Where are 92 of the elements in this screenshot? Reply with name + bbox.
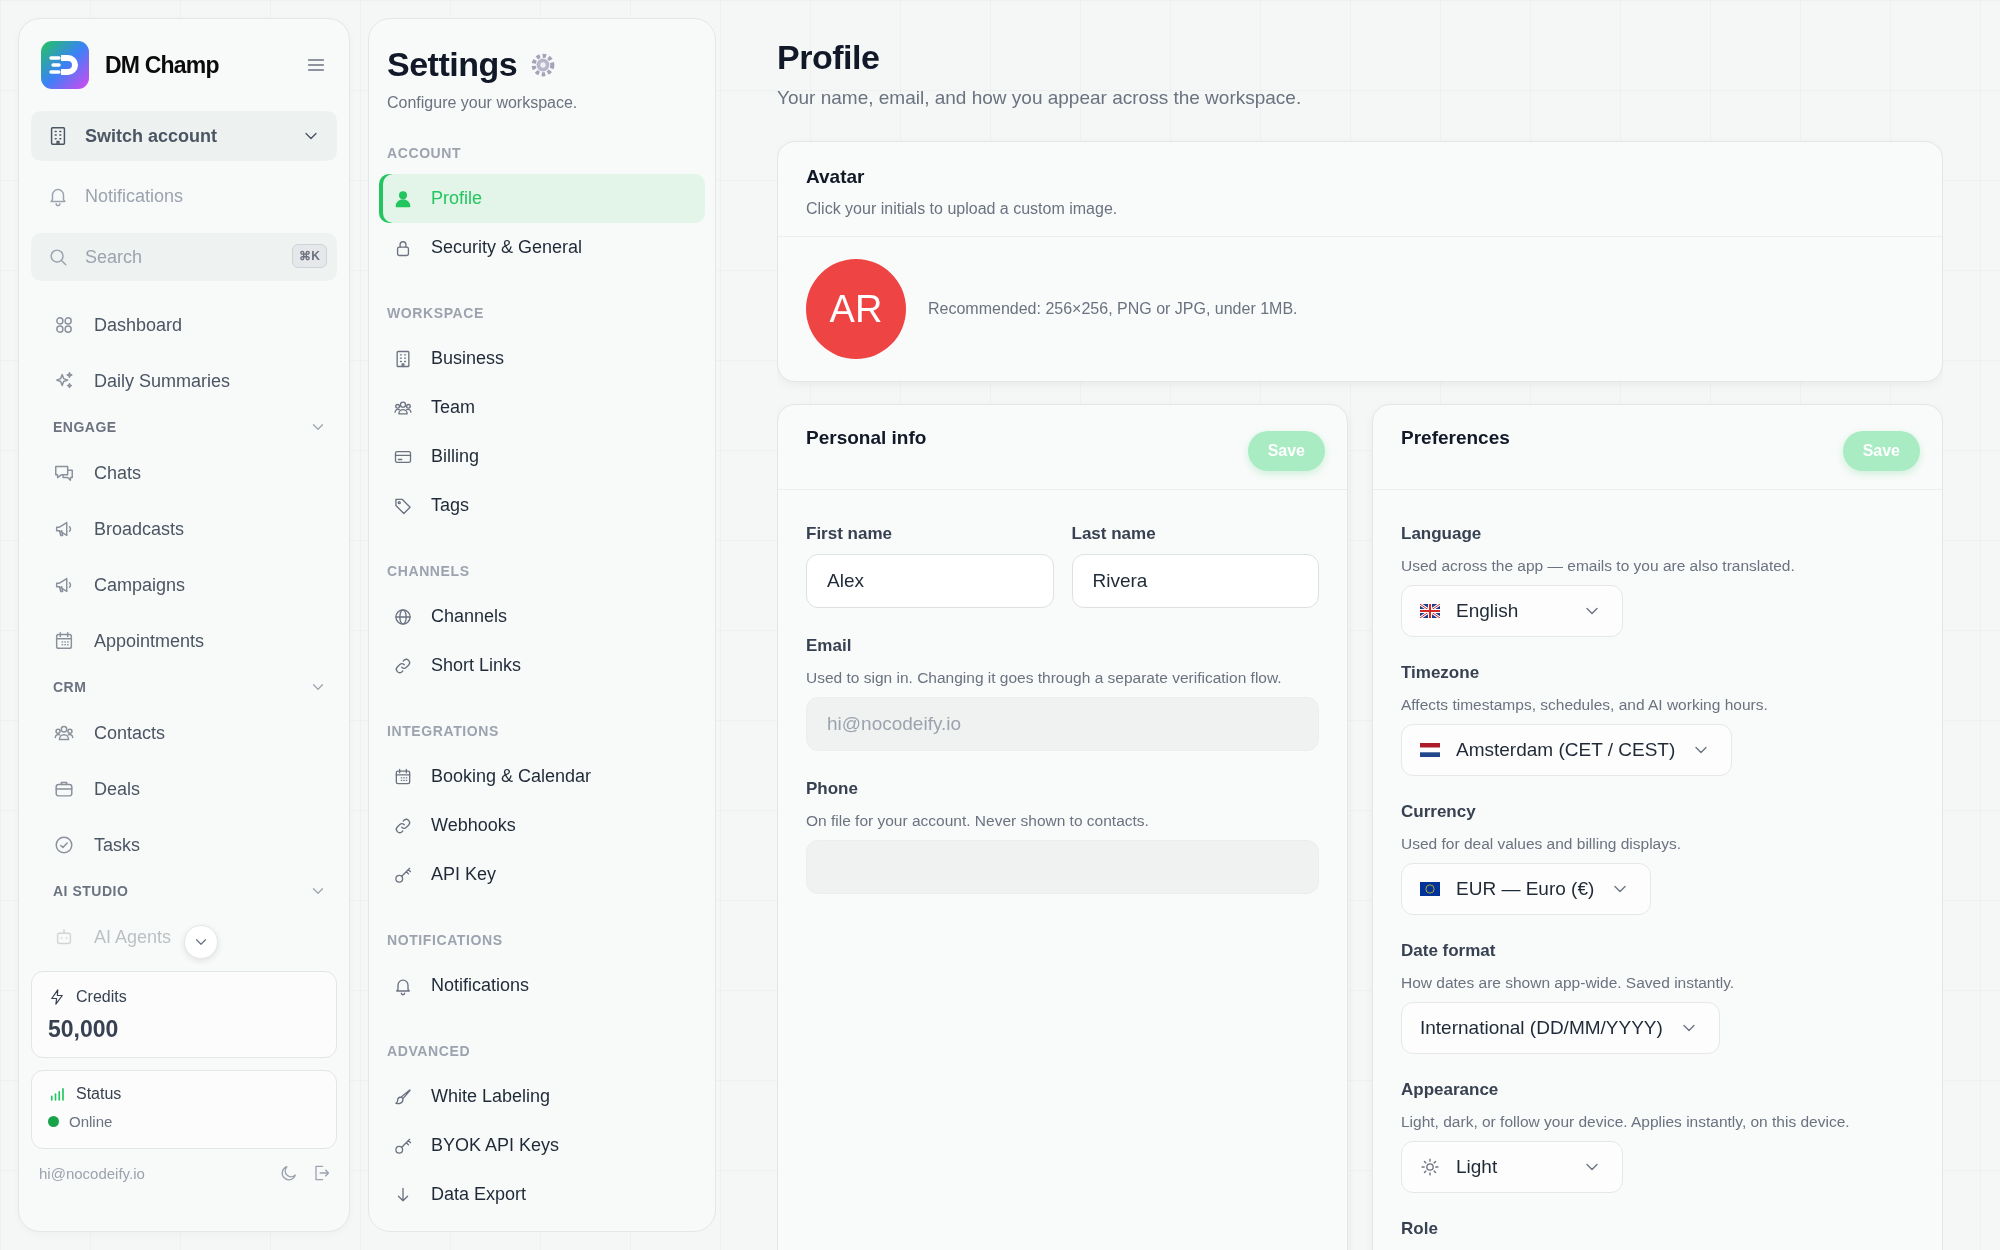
settings-nav-item[interactable]: White Labeling: [379, 1072, 705, 1121]
settings-subtitle: Configure your workspace.: [386, 94, 579, 112]
field-label: Appearance: [1401, 1080, 1500, 1100]
select-dropdown[interactable]: Light: [1401, 1141, 1623, 1193]
select-dropdown[interactable]: English: [1401, 585, 1623, 637]
settings-nav-item[interactable]: API Key: [379, 850, 705, 899]
card-title: Avatar: [806, 166, 866, 188]
field-label: Language: [1401, 524, 1483, 544]
page-title: Profile: [777, 38, 881, 77]
field-help: Light, dark, or follow your device. Applies instantly, on this device.: [1401, 1113, 1851, 1131]
section-heading: ENGAGE: [53, 419, 117, 435]
status-label: Status: [76, 1085, 122, 1103]
group-heading: WORKSPACE: [386, 304, 485, 323]
settings-nav-item[interactable]: Notifications: [379, 961, 705, 1010]
brand-name: DM Champ: [105, 51, 220, 79]
field-label: Last name: [1071, 524, 1157, 544]
settings-nav-item[interactable]: Booking & Calendar: [379, 752, 705, 801]
user-icon: [393, 188, 413, 209]
logo-icon: [41, 41, 89, 89]
field-help: Used across the app — emails to you are also translated.: [1401, 557, 1796, 575]
settings-nav-item[interactable]: Business: [379, 334, 705, 383]
field-label: First name: [806, 524, 893, 544]
group-heading: ACCOUNT: [386, 144, 463, 163]
calendar-icon: [53, 630, 75, 652]
nav-item[interactable]: Broadcasts: [31, 501, 337, 557]
nav-item[interactable]: Deals: [31, 761, 337, 817]
group-heading: CHANNELS: [386, 562, 471, 581]
group-heading: NOTIFICATIONS: [386, 931, 504, 950]
bar-chart-icon: [48, 1085, 66, 1103]
globe-icon: [393, 606, 413, 627]
settings-nav-item[interactable]: Channels: [379, 592, 705, 641]
settings-nav-item[interactable]: BYOK API Keys: [379, 1121, 705, 1170]
field-label: Role: [1401, 1219, 1439, 1239]
nav-item[interactable]: Appointments: [31, 613, 337, 669]
nav-item[interactable]: Campaigns: [31, 557, 337, 613]
user-email: hi@nocodeify.io: [39, 1164, 146, 1182]
moon-icon: [279, 1163, 299, 1183]
settings-nav-item[interactable]: Data Export: [379, 1170, 705, 1219]
nav-item[interactable]: Daily Summaries: [31, 353, 337, 409]
lightning-icon: [48, 988, 66, 1006]
scroll-down-button[interactable]: [184, 925, 218, 959]
avatar-note: Recommended: 256×256, PNG or JPG, under 1MB.: [928, 300, 1298, 318]
select-dropdown[interactable]: EUR — Euro (€): [1401, 863, 1652, 915]
select-dropdown[interactable]: International (DD/MM/YYYY): [1401, 1002, 1720, 1054]
flag-icon: [1420, 604, 1440, 618]
settings-nav-item[interactable]: Team: [379, 383, 705, 432]
settings-nav-item[interactable]: Security & General: [379, 223, 705, 272]
shortcut-hint: ⌘K: [292, 244, 327, 268]
field-help: How dates are shown app-wide. Saved instantly.: [1401, 974, 1736, 992]
field-help: Affects timestamps, schedules, and AI working hours.: [1401, 696, 1769, 714]
field-label: Timezone: [1401, 663, 1481, 683]
section-heading: AI STUDIO: [53, 883, 129, 899]
avatar-initials[interactable]: AR: [806, 259, 906, 359]
card-description: Click your initials to upload a custom image.: [806, 200, 1118, 218]
flag-icon: [1420, 882, 1440, 896]
group-heading: ADVANCED: [386, 1042, 472, 1061]
sun-icon: [1420, 1157, 1440, 1177]
flag-icon: [1420, 743, 1440, 757]
field-label: Phone: [806, 779, 859, 799]
field-label: Currency: [1401, 802, 1477, 822]
field-label: Email: [806, 636, 853, 656]
page-subtitle: Your name, email, and how you appear across the workspace.: [777, 87, 1303, 109]
field-label: Date format: [1401, 941, 1497, 961]
calendar-icon: [393, 766, 413, 787]
credits-value: 50,000: [48, 1016, 120, 1043]
nav-item[interactable]: Contacts: [31, 705, 337, 761]
nav-item[interactable]: Dashboard: [31, 297, 337, 353]
group-heading: INTEGRATIONS: [386, 722, 500, 741]
input-field[interactable]: Rivera: [1071, 554, 1319, 608]
grid-icon: [53, 314, 75, 336]
nav-item[interactable]: Chats: [31, 445, 337, 501]
account-switcher[interactable]: Switch account: [31, 111, 337, 161]
settings-nav-item[interactable]: Short Links: [379, 641, 705, 690]
field-help: On file for your account. Never shown to contacts.: [806, 812, 1150, 830]
nav-item[interactable]: Tasks: [31, 817, 337, 873]
select-dropdown[interactable]: Amsterdam (CET / CEST): [1401, 724, 1733, 776]
credits-label: Credits: [76, 988, 127, 1006]
card-title: Preferences: [1401, 427, 1510, 449]
card-title: Personal info: [806, 427, 927, 449]
field-help: Used to sign in. Changing it goes through a separate verification flow.: [806, 669, 1283, 687]
section-heading: CRM: [53, 679, 87, 695]
settings-title: Settings: [387, 45, 518, 84]
search-icon: [47, 246, 69, 268]
field-help: Used for deal values and billing displays.: [1401, 835, 1683, 853]
settings-nav-item[interactable]: Tags: [379, 481, 705, 530]
brush-icon: [393, 1086, 413, 1107]
settings-nav-item[interactable]: Billing: [379, 432, 705, 481]
input-field[interactable]: Alex: [806, 554, 1054, 608]
settings-nav-item[interactable]: Webhooks: [379, 801, 705, 850]
theme-toggle[interactable]: [279, 1163, 299, 1183]
check-circle-icon: [53, 834, 75, 856]
status-value: Online: [69, 1113, 113, 1130]
